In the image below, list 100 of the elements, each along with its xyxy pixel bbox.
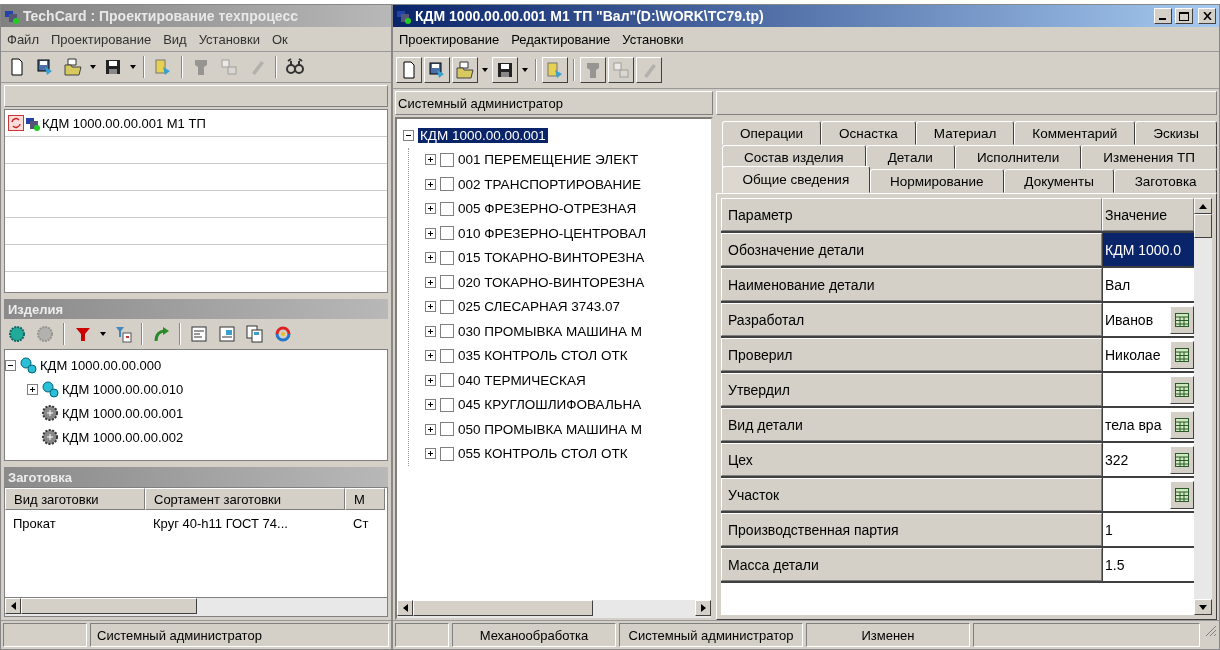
menu-item[interactable]: Файл xyxy=(1,31,45,47)
tree-item[interactable]: 040 ТЕРМИЧЕСКАЯ xyxy=(458,372,586,388)
tree-item[interactable]: 010 ФРЕЗЕРНО-ЦЕНТРОВАЛ xyxy=(458,225,647,241)
copy-button[interactable] xyxy=(608,57,634,83)
property-value[interactable]: Иванов xyxy=(1102,303,1194,336)
property-value[interactable]: КДМ 1000.0 xyxy=(1102,233,1194,266)
menu-item[interactable]: Ок xyxy=(265,31,294,47)
checkbox[interactable] xyxy=(440,226,454,241)
tab[interactable]: Общие сведения xyxy=(722,166,870,193)
tree-item[interactable]: 002 ТРАНСПОРТИРОВАНИЕ xyxy=(458,176,641,192)
tree-item[interactable]: 035 КОНТРОЛЬ СТОЛ ОТК xyxy=(458,348,628,364)
checkbox[interactable] xyxy=(440,348,454,363)
save-as-button[interactable] xyxy=(424,57,450,83)
close-button[interactable] xyxy=(1198,8,1216,24)
property-value[interactable] xyxy=(1102,478,1194,511)
lookup-button[interactable] xyxy=(1170,410,1194,439)
tab[interactable]: Эскизы xyxy=(1135,121,1217,145)
save-button[interactable] xyxy=(492,57,518,83)
tree-item[interactable]: 015 ТОКАРНО-ВИНТОРЕЗНА xyxy=(458,250,645,266)
expand-button[interactable] xyxy=(425,325,436,337)
menu-item[interactable]: Проектирование xyxy=(44,31,158,47)
lookup-button[interactable] xyxy=(1170,340,1194,369)
checkbox[interactable] xyxy=(440,397,454,412)
expand-button[interactable] xyxy=(27,383,38,395)
property-value[interactable]: 322 xyxy=(1102,443,1194,476)
checkbox[interactable] xyxy=(440,299,454,314)
scroll-right-button[interactable] xyxy=(695,600,711,616)
tab[interactable]: Комментарий xyxy=(1014,121,1136,145)
tree-item[interactable]: 005 ФРЕЗЕРНО-ОТРЕЗНАЯ xyxy=(458,201,637,217)
expand-button[interactable] xyxy=(425,301,436,313)
menu-item[interactable]: Проектирование xyxy=(393,31,506,47)
checkbox[interactable] xyxy=(440,422,454,437)
minimize-button[interactable] xyxy=(1154,8,1172,24)
column-header[interactable]: Параметр xyxy=(721,198,1102,231)
tree-item[interactable]: КДМ 1000.00.00.000 xyxy=(40,357,162,373)
tree-item[interactable]: 025 СЛЕСАРНАЯ 3743.07 xyxy=(458,299,620,315)
tree-item[interactable]: 050 ПРОМЫВКА МАШИНА М xyxy=(458,421,643,437)
new-document-button[interactable] xyxy=(396,57,422,83)
tab[interactable]: Состав изделия xyxy=(722,145,866,169)
tab[interactable]: Детали xyxy=(865,145,955,169)
scroll-thumb[interactable] xyxy=(21,598,197,614)
tab[interactable]: Заготовка xyxy=(1114,169,1217,193)
tab[interactable]: Оснастка xyxy=(821,121,916,145)
tree-item[interactable]: 055 КОНТРОЛЬ СТОЛ ОТК xyxy=(458,446,628,462)
menu-item[interactable]: Установки xyxy=(616,31,690,47)
expand-button[interactable] xyxy=(425,276,436,288)
checkbox[interactable] xyxy=(440,201,454,216)
expand-button[interactable] xyxy=(425,203,436,215)
property-value[interactable]: Николае xyxy=(1102,338,1194,371)
column-header[interactable]: Значение xyxy=(1102,198,1194,231)
property-value[interactable]: тела вра xyxy=(1102,408,1194,441)
tree-item[interactable]: 030 ПРОМЫВКА МАШИНА М xyxy=(458,323,643,339)
expand-button[interactable] xyxy=(425,350,436,362)
checkbox[interactable] xyxy=(440,275,454,290)
checkbox[interactable] xyxy=(440,373,454,388)
scroll-thumb[interactable] xyxy=(413,600,593,616)
collapse-button[interactable] xyxy=(5,359,16,371)
tree-item[interactable]: КДМ 1000.00.00.002 xyxy=(62,429,184,445)
tree-item[interactable]: КДМ 1000.00.00.001 xyxy=(62,405,184,421)
tree-item[interactable]: КДМ 1000.00.00.001 xyxy=(418,127,548,143)
property-value[interactable] xyxy=(1102,373,1194,406)
pencil-button[interactable] xyxy=(636,57,662,83)
tree-item[interactable]: КДМ 1000.00.00.010 xyxy=(62,381,184,397)
lookup-button[interactable] xyxy=(1170,305,1194,334)
expand-button[interactable] xyxy=(425,227,436,239)
menu-item[interactable]: Редактирование xyxy=(505,31,617,47)
scroll-up-button[interactable] xyxy=(1194,198,1212,214)
tree-item[interactable]: 045 КРУГЛОШЛИФОВАЛЬНА xyxy=(458,397,642,413)
expand-button[interactable] xyxy=(425,399,436,411)
open-folder-button[interactable] xyxy=(452,57,478,83)
lookup-button[interactable] xyxy=(1170,445,1194,474)
checkbox[interactable] xyxy=(440,152,454,167)
menu-item[interactable]: Установки xyxy=(192,31,266,47)
expand-button[interactable] xyxy=(425,374,436,386)
document-item[interactable]: КДМ 1000.00.00.001 М1 ТП xyxy=(42,115,206,131)
tool-button[interactable] xyxy=(580,57,606,83)
tab[interactable]: Материал xyxy=(915,121,1015,145)
lookup-button[interactable] xyxy=(1170,480,1194,509)
column-header[interactable]: Сортамент заготовки xyxy=(145,488,345,510)
maximize-button[interactable] xyxy=(1175,8,1193,24)
expand-button[interactable] xyxy=(425,423,436,435)
menu-item[interactable]: Вид xyxy=(157,31,193,47)
tab[interactable]: Документы xyxy=(1003,169,1115,193)
checkbox[interactable] xyxy=(440,324,454,339)
expand-button[interactable] xyxy=(425,252,436,264)
checkbox[interactable] xyxy=(440,177,454,192)
tab[interactable]: Исполнители xyxy=(954,145,1082,169)
tab[interactable]: Нормирование xyxy=(869,169,1004,193)
expand-button[interactable] xyxy=(425,178,436,190)
scroll-thumb[interactable] xyxy=(1194,214,1212,238)
scroll-left-button[interactable] xyxy=(397,600,413,616)
scroll-down-button[interactable] xyxy=(1194,599,1212,615)
collapse-button[interactable] xyxy=(403,129,414,141)
expand-button[interactable] xyxy=(425,448,436,460)
column-header[interactable]: Вид заготовки xyxy=(5,488,145,510)
checkbox[interactable] xyxy=(440,250,454,265)
column-header[interactable]: М xyxy=(345,488,385,510)
scroll-left-button[interactable] xyxy=(5,598,21,614)
expand-button[interactable] xyxy=(425,154,436,166)
folder-arrow-button[interactable] xyxy=(542,57,568,83)
